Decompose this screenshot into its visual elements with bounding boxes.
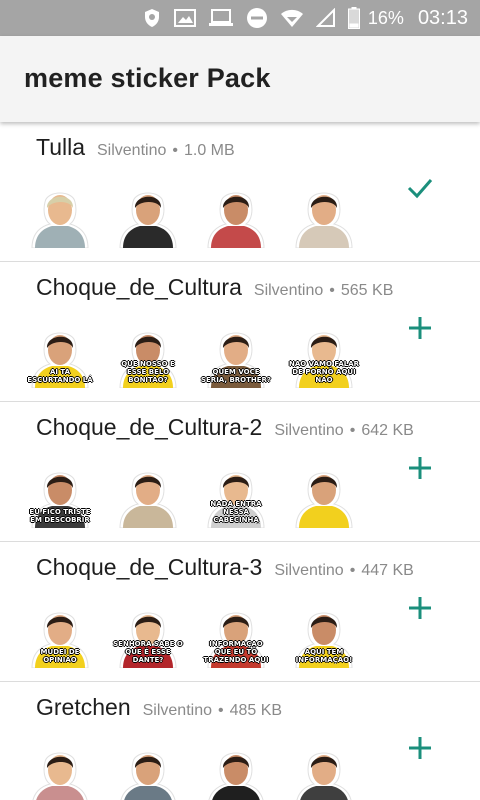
- do-not-disturb-icon: [246, 6, 268, 30]
- app-bar: meme sticker Pack: [0, 36, 480, 122]
- sticker-image: [207, 192, 265, 249]
- pack-size: 1.0 MB: [183, 142, 235, 159]
- pack-meta: Silventino • 642 KB: [274, 422, 413, 440]
- laptop-icon: [208, 6, 234, 30]
- sticker-thumbnail: SENHORA SABE O QUE É ESSE DANTE?: [113, 596, 183, 669]
- sticker-image: [31, 192, 89, 249]
- battery-icon: [347, 6, 360, 30]
- pack-meta: Silventino • 1.0 MB: [97, 142, 235, 160]
- pack-size: 485 KB: [229, 702, 283, 719]
- pack-size: 642 KB: [361, 422, 414, 439]
- sticker-thumbnail: [28, 736, 92, 800]
- pack-author: Silventino: [274, 562, 344, 579]
- sticker-caption: NADA ENTRA NESSA CABECINHA DEZINHA AÍ: [210, 500, 262, 524]
- sticker-caption: INFORMAÇÃO QUE EU TÔ TRAZENDO AQUI: [203, 640, 269, 664]
- pack-header: Choque_de_Cultura-2 Silventino • 642 KB: [36, 414, 414, 441]
- pack-author: Silventino: [274, 422, 344, 439]
- sticker-thumbnail: [292, 736, 356, 800]
- battery-percent: 16%: [367, 7, 404, 28]
- pack-header: Tulla Silventino • 1.0 MB: [36, 134, 235, 161]
- sticker-image: [119, 192, 177, 249]
- sticker-thumbnail: QUEM VOCÊ SERIA, BROTHER?: [201, 316, 271, 389]
- pack-author: Silventino: [97, 142, 167, 159]
- installed-check-icon[interactable]: [404, 172, 436, 204]
- pack-row[interactable]: Tulla Silventino • 1.0 MB: [0, 122, 480, 262]
- pack-author: Silventino: [142, 702, 212, 719]
- pack-author: Silventino: [253, 282, 324, 299]
- pack-name: Choque_de_Cultura-3: [36, 554, 263, 580]
- sticker-thumbnail: [116, 736, 180, 800]
- meta-separator: •: [349, 562, 356, 579]
- sticker-caption: AQUI TEM INFORMAÇÃO!: [295, 648, 353, 664]
- sticker-preview-strip: EU FICO TRISTE EM DESCOBRIR NADA ENTRA NE…: [28, 456, 368, 529]
- sticker-thumbnail: [292, 456, 356, 529]
- sticker-thumbnail: [204, 176, 268, 249]
- sticker-thumbnail: [204, 736, 268, 800]
- pack-row[interactable]: Choque_de_Cultura Silventino • 565 KB AÍ TÁ …: [0, 262, 480, 402]
- app-title: meme sticker Pack: [24, 63, 271, 93]
- sticker-thumbnail: QUE NOSSO É ESSE BELO BONITÃO?: [116, 316, 180, 389]
- pack-row[interactable]: Choque_de_Cultura-2 Silventino • 642 KB EU F…: [0, 402, 480, 542]
- pack-header: Choque_de_Cultura-3 Silventino • 447 KB: [36, 554, 414, 581]
- add-pack-plus-icon[interactable]: [404, 732, 436, 764]
- status-time: 03:13: [417, 6, 468, 29]
- sticker-thumbnail: [292, 176, 356, 249]
- add-pack-plus-icon[interactable]: [404, 312, 436, 344]
- sticker-thumbnail: AÍ TÁ ESCURTANDO LÁ: [27, 316, 93, 389]
- add-pack-plus-icon[interactable]: [404, 592, 436, 624]
- cell-signal-icon: [315, 6, 336, 30]
- sticker-image: [119, 472, 177, 529]
- sticker-caption: QUEM VOCÊ SERIA, BROTHER?: [200, 368, 271, 384]
- sticker-thumbnail: NADA ENTRA NESSA CABECINHA DEZINHA AÍ: [204, 456, 268, 529]
- pack-size: 447 KB: [361, 562, 414, 579]
- sticker-image: [32, 752, 88, 800]
- pack-header: Choque_de_Cultura Silventino • 565 KB: [36, 274, 393, 301]
- meta-separator: •: [329, 282, 335, 299]
- sticker-thumbnail: AQUI TEM INFORMAÇÃO!: [292, 596, 356, 669]
- sticker-caption: MUDEI DE OPINIÃO: [40, 648, 80, 664]
- add-pack-plus-icon[interactable]: [404, 452, 436, 484]
- status-bar: 16% 03:13: [0, 0, 480, 36]
- sticker-caption: EU FICO TRISTE EM DESCOBRIR: [29, 508, 91, 524]
- sticker-caption: QUE NOSSO É ESSE BELO BONITÃO?: [121, 360, 175, 384]
- sticker-image: [120, 752, 176, 800]
- sticker-caption: AÍ TÁ ESCURTANDO LÁ: [27, 368, 93, 384]
- sticker-thumbnail: [116, 456, 180, 529]
- sticker-thumbnail: [28, 176, 92, 249]
- sticker-thumbnail: EU FICO TRISTE EM DESCOBRIR: [28, 456, 92, 529]
- sticker-caption: NÃO VAMO FALAR DE PORNÔ AQUI NÃO: [288, 360, 360, 384]
- pack-meta: Silventino • 485 KB: [143, 702, 282, 720]
- pack-meta: Silventino • 565 KB: [254, 282, 393, 300]
- pack-header: Gretchen Silventino • 485 KB: [36, 694, 282, 721]
- sticker-image: [295, 192, 353, 249]
- pack-size: 565 KB: [340, 282, 394, 299]
- meta-separator: •: [349, 422, 356, 439]
- pack-meta: Silventino • 447 KB: [274, 562, 413, 580]
- sticker-image: [296, 752, 352, 800]
- sticker-image: [295, 472, 353, 529]
- wifi-icon: [280, 6, 304, 30]
- sticker-preview-strip: AÍ TÁ ESCURTANDO LÁ QUE NOSSO É ESSE BELO…: [27, 316, 368, 389]
- meta-separator: •: [217, 702, 224, 719]
- pack-name: Choque_de_Cultura: [36, 274, 242, 300]
- sticker-preview-strip: [28, 736, 368, 800]
- pack-name: Choque_de_Cultura-2: [36, 414, 263, 440]
- sticker-caption: SENHORA SABE O QUE É ESSE DANTE?: [113, 640, 183, 664]
- pack-row[interactable]: Choque_de_Cultura-3 Silventino • 447 KB MUDE…: [0, 542, 480, 682]
- pack-name: Tulla: [36, 134, 85, 160]
- sticker-preview-strip: [28, 176, 368, 249]
- vpn-shield-icon: [142, 6, 162, 30]
- pack-name: Gretchen: [36, 694, 131, 720]
- pack-row[interactable]: Gretchen Silventino • 485 KB: [0, 682, 480, 800]
- sticker-thumbnail: [116, 176, 180, 249]
- sticker-thumbnail: NÃO VAMO FALAR DE PORNÔ AQUI NÃO: [289, 316, 359, 389]
- sticker-preview-strip: MUDEI DE OPINIÃO SENHORA SABE O QUE É ESS…: [28, 596, 368, 669]
- sticker-image: [208, 752, 264, 800]
- sticker-thumbnail: INFORMAÇÃO QUE EU TÔ TRAZENDO AQUI: [203, 596, 269, 669]
- sticker-pack-list[interactable]: Tulla Silventino • 1.0 MB Choque_de_Cultura S…: [0, 122, 480, 800]
- sticker-thumbnail: MUDEI DE OPINIÃO: [28, 596, 92, 669]
- image-icon: [173, 6, 196, 30]
- meta-separator: •: [172, 142, 178, 159]
